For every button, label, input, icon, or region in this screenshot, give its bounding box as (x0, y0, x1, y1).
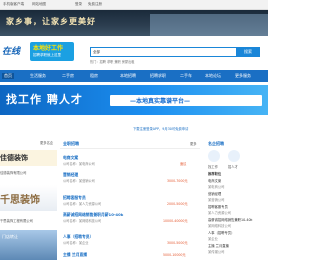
logo-badge-main: 本地好工作 (33, 45, 64, 52)
featured-company-ad-1[interactable]: 佳德装饰 (0, 150, 57, 166)
search-category-select[interactable]: 全部 (90, 47, 118, 57)
main-nav: 首页 生活服务 二手房 租房 本地招聘 招聘求职 二手车 本地论坛 更多服务 (0, 70, 268, 82)
job-salary: 10000-40000元 (163, 219, 188, 223)
banner-subtitle: —本地真实靠谱平台— (130, 98, 191, 105)
nav-item-jobs[interactable]: 招聘求职 (150, 73, 166, 79)
hire-icon[interactable] (228, 150, 240, 162)
featured-company-ad-3[interactable]: 门店转让 (0, 230, 57, 260)
topbar-link-sitemap[interactable]: 网站地图 (32, 2, 46, 7)
topbar-link-mobile[interactable]: 手机版客户端 (3, 2, 24, 7)
job-company: 公司名称：某营销公司 (63, 179, 95, 183)
job-list-title: 全职招聘 (63, 141, 79, 146)
site-logo[interactable]: 在线 (2, 44, 20, 57)
ad2-text: 千思装饰 (0, 195, 40, 206)
logo-badge-sub: 招聘求职就上这里 (33, 53, 61, 57)
job-salary: 3000-5000元 (167, 241, 188, 245)
right-job-title[interactable]: 电商文案 (208, 178, 221, 183)
nav-item-life[interactable]: 生活服务 (30, 73, 46, 79)
hero-banner: 家乡事，让家乡更美好 (0, 10, 268, 36)
search-button[interactable]: 搜索 (236, 47, 260, 57)
job-company: 公司名称：某网络科技公司 (63, 219, 102, 223)
search-category-value: 全部 (93, 50, 100, 54)
find-job-link[interactable]: 找工作 (208, 164, 218, 169)
job-company: 公司名称：某电商公司 (63, 162, 95, 166)
nav-item-rent[interactable]: 租房 (90, 73, 98, 79)
ad2-caption[interactable]: 千思装饰工程有限公司 (0, 218, 33, 223)
recommend-title: 推荐职位 (208, 172, 222, 176)
right-job-company: 某营销公司 (208, 198, 225, 202)
hire-link[interactable]: 招人才 (228, 164, 238, 169)
right-job-company: 某网络科技公司 (208, 224, 232, 228)
right-job-company: 某企业 (208, 237, 218, 241)
ad3-text: 门店转让 (2, 234, 18, 239)
find-job-icon[interactable] (208, 150, 220, 162)
right-job-title[interactable]: 人事（招聘专员） (208, 230, 234, 235)
nav-item-used-car[interactable]: 二手车 (180, 73, 192, 79)
right-job-company: 某电商公司 (208, 185, 225, 189)
right-job-title[interactable]: 高薪诚招网络销售兼职10-40k (208, 217, 252, 222)
right-job-title[interactable]: 主播 兰月直播 (208, 243, 229, 248)
job-title[interactable]: 主播 兰月直播 (63, 252, 87, 258)
nav-item-forum[interactable]: 本地论坛 (205, 73, 221, 79)
right-job-title[interactable]: 营销经理 (208, 191, 221, 196)
left-more-link[interactable]: 更多名企 (40, 140, 53, 145)
divider (60, 148, 200, 149)
job-list-more[interactable]: 更多 (190, 141, 197, 146)
featured-company-ad-2[interactable]: 千思装饰 (0, 185, 57, 211)
hot-keywords[interactable]: 热门：招聘 求职 兼职 房屋出租 (90, 59, 134, 64)
job-company: 公司名称：某人力资源公司 (63, 202, 102, 206)
topbar-link-login[interactable]: 登录 (75, 2, 82, 7)
banner-headline: 找工作 聘人才 (6, 93, 83, 106)
job-salary: 2000-5000元 (167, 202, 188, 206)
job-company: 公司名称：某企业 (63, 241, 89, 245)
right-job-company: 某传媒公司 (208, 250, 225, 254)
ad1-caption[interactable]: 佳德装饰有限公司 (0, 170, 26, 175)
job-salary: 面议 (180, 162, 187, 166)
search-input[interactable] (118, 47, 236, 57)
nav-item-secondhand-house[interactable]: 二手房 (62, 73, 74, 79)
right-job-title[interactable]: 招聘客服专员 (208, 204, 228, 209)
nav-item-local-jobs[interactable]: 本地招聘 (120, 73, 136, 79)
app-download-link[interactable]: 下载注册登录APP，9月30可免费申请 (133, 126, 188, 131)
nav-item-home[interactable]: 首页 (2, 73, 14, 79)
logo-badge[interactable]: 本地好工作 招聘求职就上这里 (30, 42, 74, 61)
top-utility-bar: 手机版客户端 网站地图 登录 免费注册 (0, 0, 268, 10)
job-salary: 5000-10000元 (163, 253, 186, 257)
ad1-text: 佳德装饰 (0, 154, 28, 162)
city-skyline-image (150, 14, 268, 36)
job-salary: 3000-7000元 (167, 179, 188, 183)
hero-slogan: 家乡事，让家乡更美好 (6, 17, 96, 26)
topbar-link-register[interactable]: 免费注册 (88, 2, 102, 7)
right-job-company: 某人力资源公司 (208, 211, 232, 215)
recruit-banner[interactable]: 找工作 聘人才 —本地真实靠谱平台— (0, 85, 268, 115)
right-panel-title: 名企招聘 (208, 141, 224, 146)
nav-item-more[interactable]: 更多服务 (235, 73, 251, 79)
banner-subtitle-box: —本地真实靠谱平台— (110, 95, 262, 106)
